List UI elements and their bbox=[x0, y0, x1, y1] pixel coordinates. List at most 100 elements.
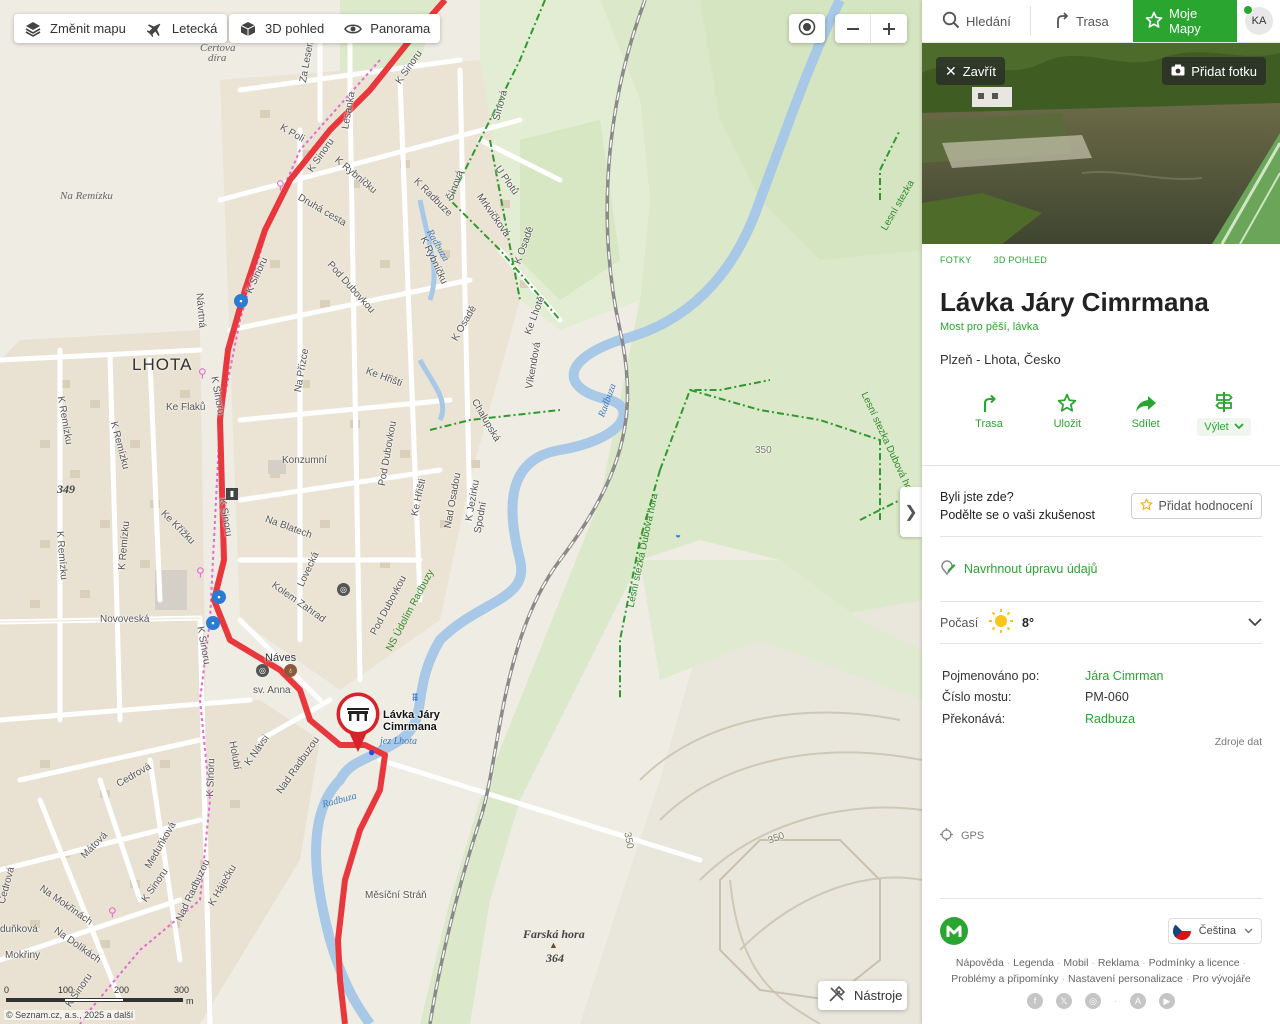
poi-label-line2: Cimrmana bbox=[383, 721, 437, 733]
view-3d-label: 3D pohled bbox=[265, 21, 325, 36]
scale-unit: m bbox=[186, 996, 194, 1006]
aerial-label: Letecká bbox=[171, 21, 218, 36]
data-sources-link[interactable]: Zdroje dat bbox=[922, 730, 1280, 748]
footer-link-mobile[interactable]: Mobil bbox=[1063, 957, 1088, 969]
nav-search[interactable]: Hledání bbox=[922, 0, 1030, 42]
mapy-logo-icon[interactable] bbox=[940, 917, 968, 945]
nav-my-maps[interactable]: Moje Mapy bbox=[1133, 0, 1237, 42]
review-section: Byli jste zde? Podělte se o vaši zkušeno… bbox=[922, 466, 1280, 536]
suggest-edit-link[interactable]: Navrhnout úpravu údajů bbox=[922, 537, 1280, 601]
route-arrow-icon bbox=[1054, 11, 1070, 32]
suggest-edit-label: Navrhnout úpravu údajů bbox=[964, 561, 1098, 576]
tools-button[interactable]: Nástroje bbox=[818, 981, 907, 1010]
app-store-icon[interactable]: A bbox=[1130, 993, 1146, 1009]
trip-select[interactable]: Výlet bbox=[1197, 418, 1251, 436]
language-label: Čeština bbox=[1198, 925, 1236, 937]
footer-link-personalization[interactable]: Nastavení personalizace bbox=[1068, 973, 1183, 985]
map-view-toolbar: 3D pohled Panorama bbox=[229, 14, 441, 43]
panorama-label: Panorama bbox=[370, 21, 431, 36]
tools-icon bbox=[828, 985, 846, 1006]
collapse-panel-button[interactable]: ❯ bbox=[900, 487, 922, 537]
nav-my-maps-label: Moje Mapy bbox=[1169, 6, 1201, 36]
avatar-initials: KA bbox=[1251, 15, 1267, 27]
facebook-icon[interactable]: f bbox=[1027, 993, 1043, 1009]
gps-row[interactable]: GPS bbox=[922, 748, 1280, 844]
trip-action-button[interactable]: Výlet bbox=[1194, 391, 1254, 465]
map-base bbox=[0, 0, 922, 1024]
nav-route[interactable]: Trasa bbox=[1030, 0, 1133, 42]
add-review-label: Přidat hodnocení bbox=[1158, 499, 1253, 513]
footer-link-developers[interactable]: Pro vývojáře bbox=[1192, 973, 1250, 985]
avatar[interactable]: KA bbox=[1243, 5, 1273, 35]
weather-temperature: 8° bbox=[1022, 615, 1034, 630]
scale-tick-300: 300 bbox=[174, 985, 190, 995]
media-tabs: FOTKY 3D POHLED bbox=[922, 244, 1280, 265]
info-value: PM-060 bbox=[1085, 690, 1129, 705]
instagram-icon[interactable]: ◎ bbox=[1085, 993, 1101, 1009]
nav-search-label: Hledání bbox=[966, 13, 1011, 29]
info-value-link[interactable]: Jára Cimrman bbox=[1085, 669, 1164, 683]
footer-link-legend[interactable]: Legenda bbox=[1013, 957, 1054, 969]
x-icon[interactable]: 𝕏 bbox=[1056, 993, 1072, 1009]
add-review-button[interactable]: Přidat hodnocení bbox=[1131, 493, 1262, 519]
close-button[interactable]: ✕ Zavřít bbox=[936, 57, 1005, 85]
route-action-label: Trasa bbox=[975, 418, 1003, 430]
add-photo-button[interactable]: Přidat fotku bbox=[1162, 57, 1266, 85]
change-map-button[interactable]: Změnit mapu bbox=[14, 14, 136, 43]
scale-tick-100: 100 bbox=[58, 985, 74, 995]
footer-link-feedback[interactable]: Problémy a připomínky bbox=[951, 973, 1058, 985]
save-action-button[interactable]: Uložit bbox=[1037, 391, 1097, 465]
weather-row[interactable]: Počasí 8° bbox=[922, 602, 1280, 643]
crosshair-icon bbox=[940, 827, 953, 844]
footer-links-row1: Nápověda · Legenda · Mobil · Reklama · P… bbox=[955, 957, 1247, 969]
tools-label: Nástroje bbox=[854, 988, 903, 1003]
zoom-in-button[interactable] bbox=[871, 14, 907, 43]
share-arrow-icon bbox=[1135, 391, 1157, 413]
footer-link-help[interactable]: Nápověda bbox=[956, 957, 1004, 969]
scale-bar-segment bbox=[65, 999, 123, 1001]
layers-icon bbox=[24, 20, 42, 38]
review-prompt-line2: Podělte se o vaši zkušenost bbox=[940, 508, 1095, 522]
review-prompt-line1: Byli jste zde? bbox=[940, 490, 1014, 504]
place-category[interactable]: Most pro pěší, lávka bbox=[922, 317, 1280, 333]
selected-poi-label[interactable]: Lávka Járy Cimrmana bbox=[383, 709, 440, 733]
chevron-down-icon[interactable] bbox=[1248, 616, 1262, 630]
tab-3d-view[interactable]: 3D POHLED bbox=[994, 255, 1048, 265]
footer-link-terms[interactable]: Podmínky a licence bbox=[1149, 957, 1240, 969]
info-value-link[interactable]: Radbuza bbox=[1085, 712, 1135, 726]
panorama-button[interactable]: Panorama bbox=[334, 14, 440, 43]
chevron-down-icon bbox=[1234, 421, 1244, 433]
signpost-icon bbox=[1215, 391, 1233, 413]
share-action-button[interactable]: Sdílet bbox=[1116, 391, 1176, 465]
save-action-label: Uložit bbox=[1053, 418, 1082, 430]
route-action-button[interactable]: Trasa bbox=[959, 391, 1019, 465]
language-select[interactable]: Čeština bbox=[1167, 918, 1262, 944]
separator-dot: · bbox=[1114, 996, 1117, 1006]
panel-footer: Čeština Nápověda · Legenda · Mobil · Rek… bbox=[922, 898, 1280, 1009]
info-row: Číslo mostu: PM-060 bbox=[942, 687, 1260, 709]
add-photo-label: Přidat fotku bbox=[1191, 63, 1257, 79]
sun-icon bbox=[988, 608, 1014, 637]
tab-photos[interactable]: FOTKY bbox=[940, 255, 972, 265]
place-title: Lávka Járy Cimrmana bbox=[940, 287, 1209, 317]
zoom-out-button[interactable] bbox=[835, 14, 871, 43]
zoom-controls bbox=[835, 14, 907, 43]
weather-label: Počasí bbox=[940, 615, 979, 630]
map-canvas[interactable]: Čertova díra Na Remízku LHOTA 349 Farská… bbox=[0, 0, 922, 1024]
locate-me-button[interactable] bbox=[789, 14, 825, 43]
eye-icon bbox=[344, 20, 363, 38]
locate-icon bbox=[798, 18, 816, 39]
info-row: Pojmenováno po: Jára Cimrman bbox=[942, 665, 1260, 687]
view-3d-button[interactable]: 3D pohled bbox=[229, 14, 334, 43]
search-icon bbox=[942, 11, 960, 32]
chevron-right-icon: ❯ bbox=[904, 504, 918, 521]
map-type-toolbar: Změnit mapu Letecká bbox=[14, 14, 228, 43]
star-icon bbox=[1145, 11, 1163, 32]
google-play-icon[interactable]: ▶ bbox=[1159, 993, 1175, 1009]
copyright[interactable]: © Seznam.cz, a.s., 2025 a další bbox=[4, 1010, 136, 1020]
change-map-label: Změnit mapu bbox=[50, 21, 126, 36]
place-photo[interactable]: ✕ Zavřít Přidat fotku bbox=[922, 43, 1280, 244]
footer-link-ads[interactable]: Reklama bbox=[1098, 957, 1139, 969]
aerial-button[interactable]: Letecká bbox=[136, 14, 228, 43]
selected-poi-pin[interactable] bbox=[336, 692, 380, 754]
